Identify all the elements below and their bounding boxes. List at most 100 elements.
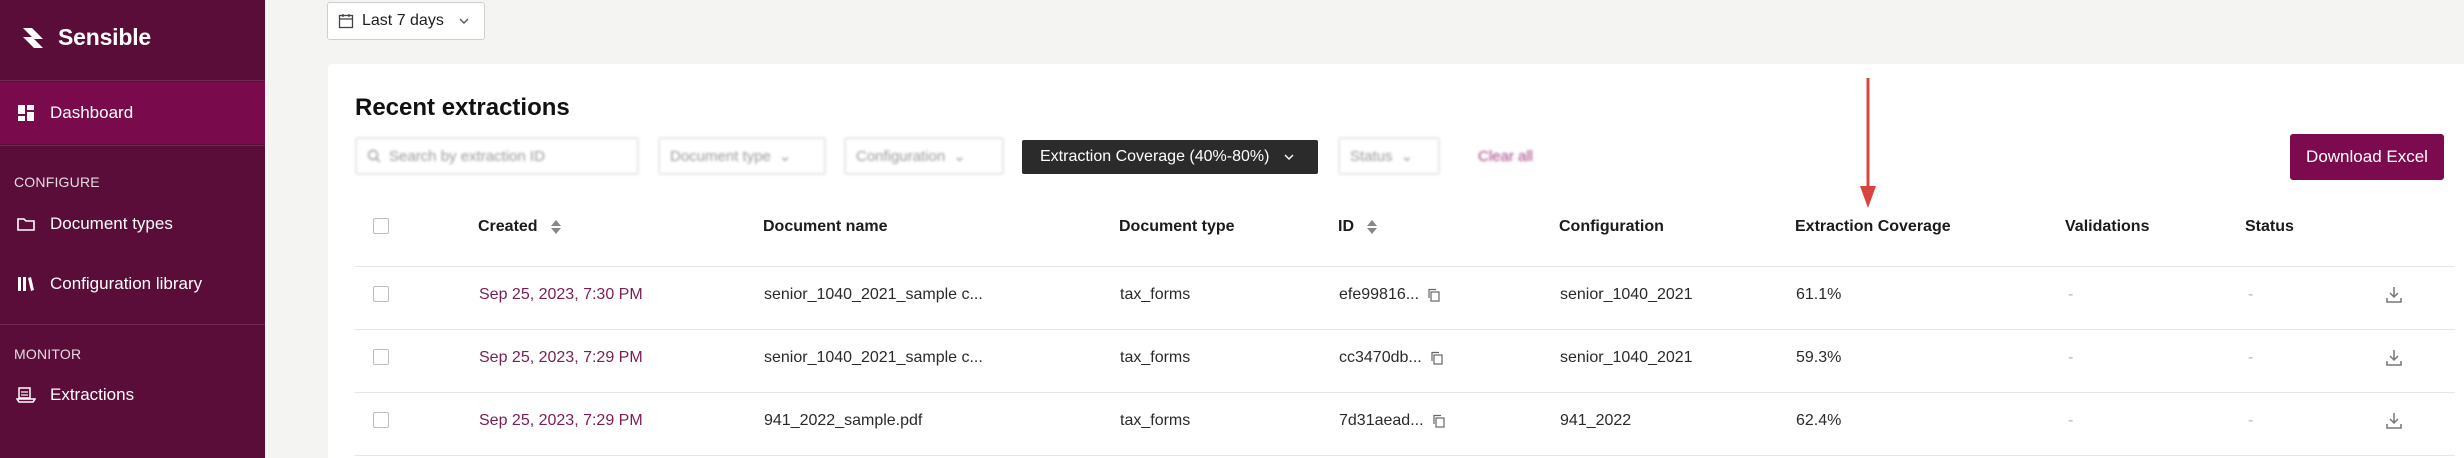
row-checkbox[interactable]: [373, 286, 389, 302]
created-cell[interactable]: Sep 25, 2023, 7:29 PM: [479, 412, 643, 430]
column-header-document-name: Document name: [763, 218, 887, 236]
id-cell: 7d31aead...: [1339, 412, 1446, 430]
id-value: efe99816...: [1339, 286, 1420, 303]
column-header-created[interactable]: Created: [478, 218, 562, 236]
column-header-label: Status: [2245, 218, 2294, 235]
created-cell[interactable]: Sep 25, 2023, 7:30 PM: [479, 286, 643, 304]
coverage-cell: 62.4%: [1796, 412, 1842, 429]
coverage-cell: 61.1%: [1796, 286, 1842, 303]
sort-icon[interactable]: [550, 219, 562, 235]
chevron-down-icon: [459, 18, 469, 24]
row-divider: [355, 455, 2455, 456]
configuration-cell: 941_2022: [1560, 412, 1632, 429]
extractions-card: Recent extractions Search by extraction …: [328, 64, 2464, 458]
document-name-cell: senior_1040_2021_sample c...: [764, 286, 983, 303]
extractions-icon: [16, 387, 36, 403]
status-filter-label: Status: [1350, 147, 1393, 165]
document-type-filter-label: Document type: [670, 147, 771, 165]
column-header-label: Configuration: [1559, 218, 1664, 235]
sort-icon[interactable]: [1366, 219, 1378, 235]
coverage-cell: 59.3%: [1796, 349, 1842, 366]
chevron-down-icon: [1284, 154, 1294, 160]
configuration-filter-label: Configuration: [856, 147, 946, 165]
column-header-extraction-coverage: Extraction Coverage: [1795, 218, 1951, 236]
validations-cell: -: [2068, 412, 2074, 429]
column-header-document-type: Document type: [1119, 218, 1235, 236]
sensible-logo-icon: [23, 27, 43, 48]
column-header-label: Document type: [1119, 218, 1235, 235]
id-value: cc3470db...: [1339, 349, 1422, 366]
row-checkbox[interactable]: [373, 349, 389, 365]
document-name-cell: senior_1040_2021_sample c...: [764, 349, 983, 366]
column-header-label: Extraction Coverage: [1795, 218, 1951, 235]
sidebar-item-document-types[interactable]: Document types: [16, 214, 173, 234]
column-header-configuration: Configuration: [1559, 218, 1664, 236]
column-header-label: ID: [1338, 218, 1354, 235]
sidebar-divider: [0, 324, 265, 325]
created-cell[interactable]: Sep 25, 2023, 7:29 PM: [479, 349, 643, 367]
library-icon: [18, 277, 34, 291]
download-icon[interactable]: [2384, 285, 2404, 305]
search-input[interactable]: Search by extraction ID: [355, 137, 639, 175]
download-icon[interactable]: [2384, 411, 2404, 431]
document-type-cell: tax_forms: [1120, 412, 1191, 429]
sidebar-divider: [0, 80, 265, 81]
column-header-status: Status: [2245, 218, 2294, 236]
sidebar-item-label: Configuration library: [50, 274, 203, 293]
document-type-cell: tax_forms: [1120, 286, 1191, 303]
page-title: Recent extractions: [355, 94, 570, 121]
search-placeholder: Search by extraction ID: [389, 147, 545, 165]
dashboard-icon: [18, 105, 34, 121]
search-icon: [367, 149, 381, 163]
sidebar-item-label: Document types: [50, 214, 173, 233]
sidebar-item-dashboard[interactable]: Dashboard: [16, 103, 133, 123]
configuration-cell: senior_1040_2021: [1560, 349, 1693, 366]
sidebar: Sensible Dashboard CONFIGURE Document ty…: [0, 0, 265, 458]
sidebar-item-extractions[interactable]: Extractions: [16, 385, 134, 405]
row-divider: [355, 266, 2455, 267]
brand-logo[interactable]: Sensible: [20, 24, 151, 51]
copy-icon[interactable]: [1432, 414, 1446, 428]
validations-cell: -: [2068, 286, 2074, 303]
date-range-dropdown[interactable]: Last 7 days: [327, 2, 485, 40]
clear-all-link[interactable]: Clear all: [1478, 148, 1533, 165]
row-divider: [355, 329, 2455, 330]
column-header-label: Created: [478, 218, 538, 235]
status-filter[interactable]: Status ⌄: [1338, 137, 1440, 175]
column-header-label: Document name: [763, 218, 888, 235]
id-value: 7d31aead...: [1339, 412, 1424, 429]
row-checkbox[interactable]: [373, 412, 389, 428]
extraction-coverage-filter-label: Extraction Coverage (40%-80%): [1040, 148, 1270, 165]
document-type-cell: tax_forms: [1120, 349, 1191, 366]
select-all-checkbox[interactable]: [373, 218, 389, 234]
extraction-coverage-filter[interactable]: Extraction Coverage (40%-80%): [1022, 140, 1318, 174]
column-header-label: Validations: [2065, 218, 2150, 235]
document-type-filter[interactable]: Document type ⌄: [658, 137, 826, 175]
date-range-value: Last 7 days: [362, 12, 444, 29]
validations-cell: -: [2068, 349, 2074, 366]
column-header-validations: Validations: [2065, 218, 2149, 236]
calendar-icon: [338, 14, 354, 29]
configuration-cell: senior_1040_2021: [1560, 286, 1693, 303]
sidebar-section-monitor: MONITOR: [14, 346, 82, 362]
copy-icon[interactable]: [1427, 288, 1441, 302]
download-excel-button[interactable]: Download Excel: [2290, 134, 2444, 180]
column-header-id[interactable]: ID: [1338, 218, 1378, 236]
document-name-cell: 941_2022_sample.pdf: [764, 412, 923, 429]
configuration-filter[interactable]: Configuration ⌄: [844, 137, 1004, 175]
brand-name: Sensible: [58, 24, 151, 50]
status-cell: -: [2248, 286, 2254, 303]
download-icon[interactable]: [2384, 348, 2404, 368]
sidebar-section-configure: CONFIGURE: [14, 174, 100, 190]
sidebar-divider: [0, 145, 265, 146]
sidebar-item-label: Extractions: [50, 385, 135, 404]
annotation-arrow-icon: [1860, 78, 1876, 208]
id-cell: efe99816...: [1339, 286, 1441, 304]
sidebar-item-configuration-library[interactable]: Configuration library: [16, 274, 202, 294]
id-cell: cc3470db...: [1339, 349, 1444, 367]
chevron-down-icon: ⌄: [1400, 148, 1414, 165]
chevron-down-icon: ⌄: [778, 148, 792, 165]
row-divider: [355, 392, 2455, 393]
copy-icon[interactable]: [1430, 351, 1444, 365]
status-cell: -: [2248, 412, 2254, 429]
